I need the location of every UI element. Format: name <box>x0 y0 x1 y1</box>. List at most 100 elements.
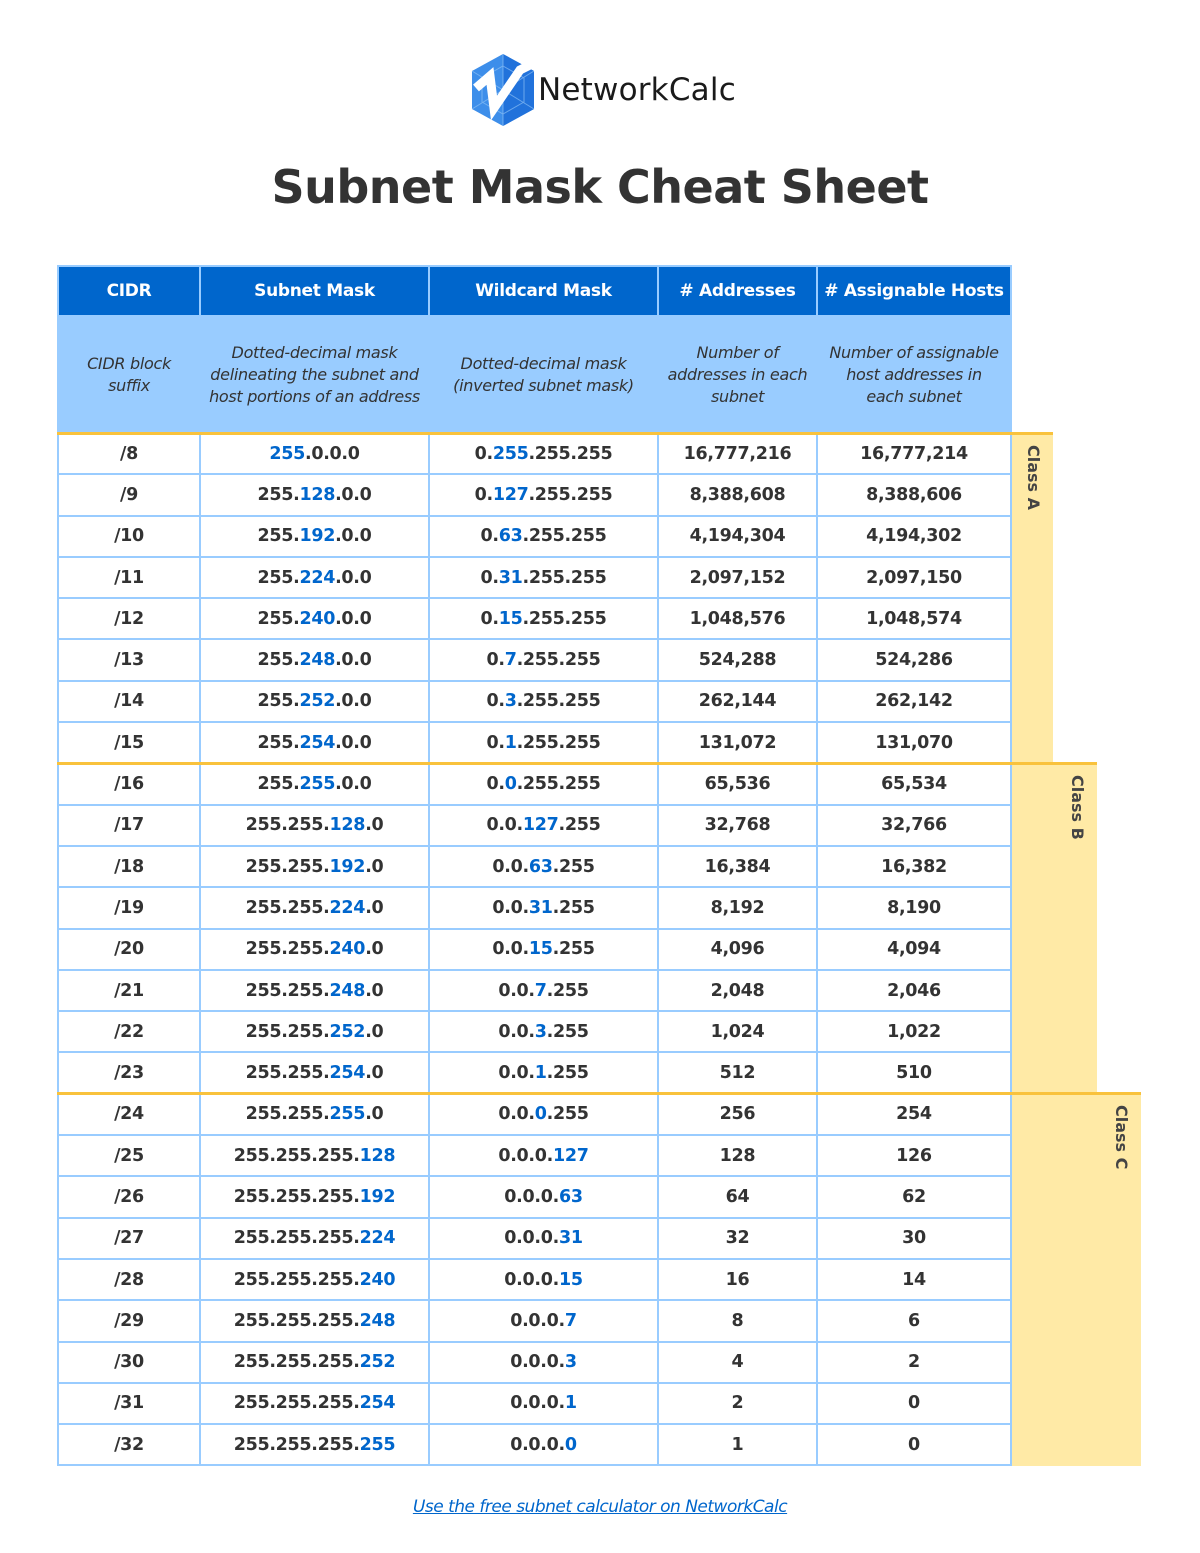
cidr-cell: /12 <box>57 597 201 641</box>
subnet-mask-cell-post: .0.0 <box>335 608 372 629</box>
subnet-mask-cell: 255.255.255.128 <box>199 1134 430 1178</box>
table-row: /17 255.255.128.0 0.0.127.255 32,768 32,766 <box>57 803 1012 847</box>
wildcard-mask-cell-pre: 0. <box>486 774 505 795</box>
addresses-cell: 256 <box>657 1092 818 1137</box>
class-c-label: Class C <box>1112 1105 1131 1170</box>
subnet-mask-cell-pre: 255.255. <box>245 1104 330 1125</box>
header-row: CIDR Subnet Mask Wildcard Mask # Address… <box>57 265 1012 317</box>
wildcard-mask-cell-pre: 0. <box>486 691 505 712</box>
subnet-mask-cell: 255.192.0.0 <box>199 514 430 558</box>
wildcard-mask-cell: 0.0.0.7 <box>428 1299 659 1343</box>
cidr-cell: /27 <box>57 1216 201 1260</box>
subnet-mask-cell-hl: 252 <box>299 691 336 712</box>
header-assignable-hosts: # Assignable Hosts <box>816 265 1012 317</box>
wildcard-mask-cell-pre: 0.0.0. <box>504 1269 559 1290</box>
subnet-mask-cell-pre: 255.255.255. <box>233 1186 360 1207</box>
wildcard-mask-cell-pre: 0.0. <box>486 815 523 836</box>
wildcard-mask-cell-post: .255 <box>558 815 601 836</box>
subnet-mask-cell: 255.254.0.0 <box>199 721 430 765</box>
addresses-cell: 2,048 <box>657 968 818 1013</box>
subnet-mask-cell-post: .0 <box>365 897 384 918</box>
cidr-cell: /20 <box>57 927 201 971</box>
subnet-mask-cell: 255.255.0.0 <box>199 762 430 806</box>
subnet-mask-cell-hl: 128 <box>329 815 366 836</box>
subnet-calculator-link[interactable]: Use the free subnet calculator on Networ… <box>413 1497 788 1517</box>
subnet-mask-cell-post: .0 <box>365 1104 384 1125</box>
table-row: /15 255.254.0.0 0.1.255.255 131,072 131,070 <box>57 721 1012 765</box>
wildcard-mask-cell: 0.0.7.255 <box>428 968 659 1013</box>
subnet-mask-cell-post: .0 <box>365 1021 384 1042</box>
wildcard-mask-cell-pre: 0. <box>486 732 505 753</box>
footer: Use the free subnet calculator on Networ… <box>0 1497 1200 1517</box>
wildcard-mask-cell-pre: 0.0. <box>498 1063 535 1084</box>
subnet-mask-cell-hl: 255 <box>359 1434 396 1455</box>
hosts-cell: 1,022 <box>816 1010 1012 1054</box>
subnet-mask-cell: 255.252.0.0 <box>199 679 430 724</box>
wildcard-mask-cell-hl: 0 <box>534 1104 547 1125</box>
addresses-cell: 8,388,608 <box>657 473 818 517</box>
wildcard-mask-cell-post: .255 <box>552 856 595 877</box>
wildcard-mask-cell-hl: 31 <box>528 897 553 918</box>
addresses-cell: 1,048,576 <box>657 597 818 641</box>
class-c-band: Class C <box>1010 1093 1141 1466</box>
subnet-mask-cell-hl: 254 <box>299 732 336 753</box>
addresses-cell: 4 <box>657 1340 818 1384</box>
wildcard-mask-cell-hl: 15 <box>528 939 553 960</box>
wildcard-mask-cell-hl: 3 <box>534 1021 547 1042</box>
brand-name: NetworkCalc <box>538 72 736 108</box>
hosts-cell: 0 <box>816 1381 1012 1426</box>
addresses-cell: 131,072 <box>657 721 818 765</box>
subnet-mask-cell-hl: 248 <box>299 650 336 671</box>
page-title: Subnet Mask Cheat Sheet <box>271 160 929 214</box>
wildcard-mask-cell-post: .255 <box>546 1104 589 1125</box>
wildcard-mask-cell: 0.0.63.255 <box>428 844 659 889</box>
wildcard-mask-cell: 0.0.0.0 <box>428 1423 659 1467</box>
subnet-mask-cell: 255.255.224.0 <box>199 886 430 930</box>
wildcard-mask-cell: 0.0.15.255 <box>428 927 659 971</box>
cidr-cell: /22 <box>57 1010 201 1054</box>
hosts-cell: 16,777,214 <box>816 431 1012 476</box>
subnet-mask-cell-hl: 128 <box>359 1145 396 1166</box>
subnet-mask-cell-pre: 255.255.255. <box>233 1352 360 1373</box>
addresses-cell: 65,536 <box>657 762 818 806</box>
table-row: /18 255.255.192.0 0.0.63.255 16,384 16,382 <box>57 844 1012 889</box>
subnet-mask-cell-pre: 255. <box>257 774 300 795</box>
subnet-mask-cell: 255.240.0.0 <box>199 597 430 641</box>
wildcard-mask-cell: 0.1.255.255 <box>428 721 659 765</box>
wildcard-mask-cell-post: .255.255 <box>516 650 601 671</box>
subnet-mask-cell: 255.255.254.0 <box>199 1051 430 1095</box>
cidr-cell: /8 <box>57 431 201 476</box>
hosts-cell: 4,094 <box>816 927 1012 971</box>
subnet-mask-cell-post: .0.0 <box>335 774 372 795</box>
wildcard-mask-cell-hl: 255 <box>492 443 529 464</box>
wildcard-mask-cell-hl: 3 <box>504 691 517 712</box>
addresses-cell: 512 <box>657 1051 818 1095</box>
cidr-cell: /10 <box>57 514 201 558</box>
wildcard-mask-cell-hl: 63 <box>558 1186 583 1207</box>
wildcard-mask-cell-pre: 0.0. <box>498 1021 535 1042</box>
hosts-cell: 126 <box>816 1134 1012 1178</box>
addresses-cell: 2 <box>657 1381 818 1426</box>
cidr-cell: /21 <box>57 968 201 1013</box>
subnet-mask-cell: 255.255.240.0 <box>199 927 430 971</box>
addresses-cell: 1,024 <box>657 1010 818 1054</box>
hosts-cell: 16,382 <box>816 844 1012 889</box>
subnet-mask-cell: 255.255.255.255 <box>199 1423 430 1467</box>
addresses-cell: 16,777,216 <box>657 431 818 476</box>
subnet-mask-cell-hl: 128 <box>299 484 336 505</box>
wildcard-mask-cell-hl: 127 <box>492 484 529 505</box>
subnet-mask-cell-pre: 255.255.255. <box>233 1434 360 1455</box>
brand-logo: NetworkCalc <box>468 52 736 128</box>
subnet-mask-cell: 255.128.0.0 <box>199 473 430 517</box>
addresses-cell: 32 <box>657 1216 818 1260</box>
subnet-mask-cell-pre: 255.255. <box>245 939 330 960</box>
wildcard-mask-cell-hl: 7 <box>564 1310 577 1331</box>
wildcard-mask-cell-post: .255 <box>552 897 595 918</box>
wildcard-mask-cell-pre: 0.0.0. <box>510 1434 565 1455</box>
subnet-mask-cell: 255.255.128.0 <box>199 803 430 847</box>
hosts-cell: 6 <box>816 1299 1012 1343</box>
hosts-cell: 254 <box>816 1092 1012 1137</box>
addresses-cell: 128 <box>657 1134 818 1178</box>
addresses-cell: 262,144 <box>657 679 818 724</box>
wildcard-mask-cell-hl: 1 <box>564 1393 577 1414</box>
